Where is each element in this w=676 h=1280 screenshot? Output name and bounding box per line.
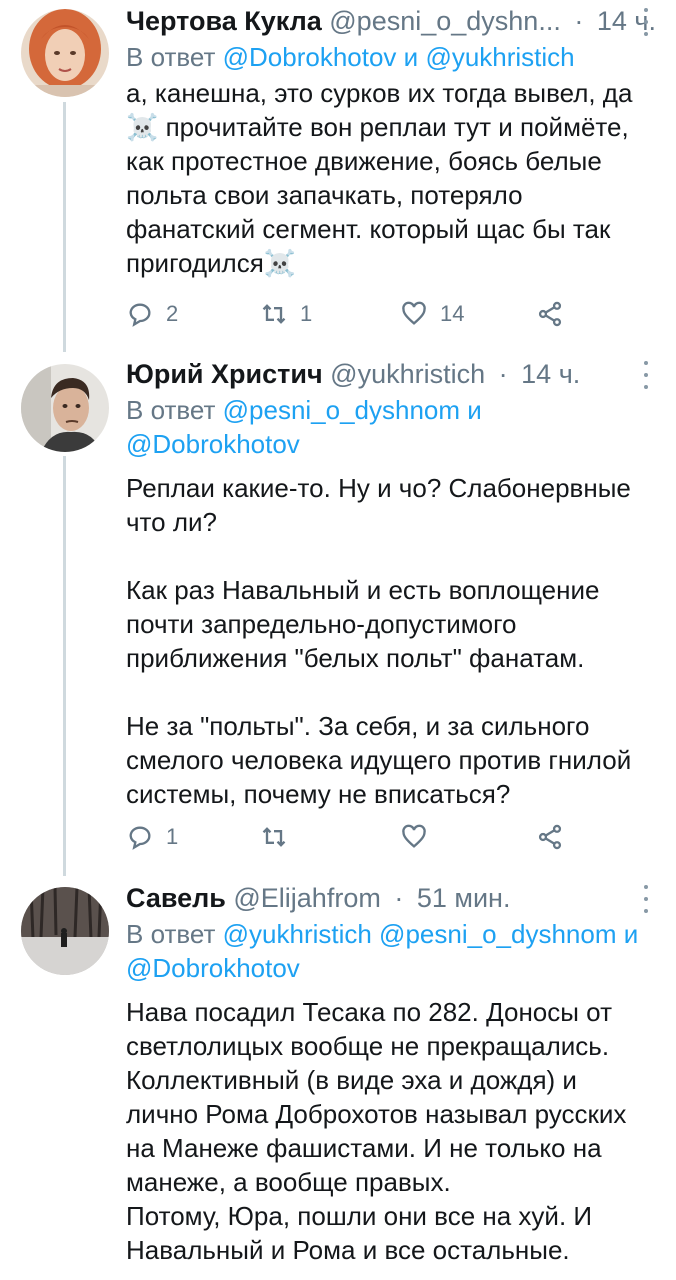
- like-icon: [402, 301, 426, 325]
- reply-count: 2: [166, 301, 179, 326]
- like-button[interactable]: 14: [400, 294, 464, 334]
- mention-link[interactable]: @Dobrokhotov: [126, 429, 300, 459]
- share-button[interactable]: [536, 294, 564, 334]
- tweet-text: а, канешна, это сурков их тогда вывел, д…: [126, 78, 633, 278]
- reply-count: 1: [166, 824, 179, 849]
- display-name[interactable]: Юрий Христич: [126, 359, 323, 389]
- tweet-actions: 2 1 14: [126, 294, 586, 334]
- reply-icon: [129, 303, 151, 327]
- avatar[interactable]: [21, 364, 109, 452]
- like-button[interactable]: [400, 817, 440, 857]
- display-name[interactable]: Савель: [126, 883, 226, 913]
- share-icon: [538, 301, 562, 327]
- reply-button[interactable]: 2: [126, 294, 178, 334]
- mention-link[interactable]: @Dobrokhotov: [223, 42, 397, 72]
- share-icon: [538, 824, 562, 850]
- mention-link[interactable]: @yukhristich: [425, 42, 574, 72]
- retweet-icon: [262, 304, 286, 324]
- user-handle[interactable]: @pesni_o_dyshn...: [329, 6, 561, 36]
- tweet[interactable]: Юрий Христич @yukhristich · 14 ч. В отве…: [0, 355, 676, 875]
- reply-context: В ответ @yukhristich @pesni_o_dyshnom и: [126, 919, 639, 949]
- tweet-time[interactable]: 51 мин.: [417, 883, 511, 913]
- more-icon[interactable]: [636, 8, 656, 36]
- retweet-button[interactable]: [260, 817, 300, 857]
- retweet-count: 1: [300, 301, 313, 326]
- tweet-text: Нава посадил Тесака по 282. Доносы от св…: [126, 997, 627, 1265]
- avatar[interactable]: [21, 887, 109, 975]
- share-button[interactable]: [536, 817, 564, 857]
- reply-button[interactable]: 1: [126, 817, 178, 857]
- more-icon[interactable]: [636, 361, 656, 389]
- like-count: 14: [440, 301, 465, 326]
- mention-link[interactable]: @yukhristich @pesni_o_dyshnom и: [223, 919, 639, 949]
- reply-context: В ответ @pesni_o_dyshnom и: [126, 395, 482, 425]
- mention-link[interactable]: @pesni_o_dyshnom и: [223, 395, 482, 425]
- tweet-actions: 1: [126, 817, 586, 857]
- tweet-header: Юрий Христич @yukhristich · 14 ч.: [126, 359, 581, 389]
- tweet-header: Чертова Кукла @pesni_o_dyshn... · 14 ч.: [126, 6, 656, 36]
- user-handle[interactable]: @yukhristich: [330, 359, 485, 389]
- retweet-button[interactable]: 1: [260, 294, 312, 334]
- mention-link[interactable]: @Dobrokhotov: [126, 953, 300, 983]
- display-name[interactable]: Чертова Кукла: [126, 6, 322, 36]
- user-handle[interactable]: @Elijahfrom: [233, 883, 380, 913]
- tweet-header: Савель @Elijahfrom · 51 мин.: [126, 883, 511, 913]
- tweet[interactable]: Савель @Elijahfrom · 51 мин. В ответ @yu…: [0, 875, 676, 1280]
- avatar[interactable]: [21, 9, 109, 97]
- reply-icon: [129, 826, 151, 850]
- retweet-icon: [262, 827, 286, 847]
- like-icon: [402, 824, 426, 848]
- tweet[interactable]: Чертова Кукла @pesni_o_dyshn... · 14 ч. …: [0, 0, 676, 355]
- tweet-text: Реплаи какие-то. Ну и чо? Слабонервные ч…: [126, 473, 632, 809]
- tweet-time[interactable]: 14 ч.: [521, 359, 580, 389]
- more-icon[interactable]: [636, 885, 656, 913]
- reply-context: В ответ @Dobrokhotov и @yukhristich: [126, 42, 575, 72]
